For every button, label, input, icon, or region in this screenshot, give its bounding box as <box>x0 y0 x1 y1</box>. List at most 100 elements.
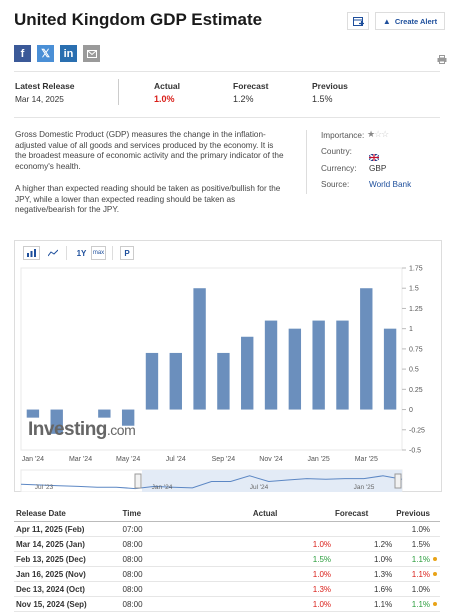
actual-cell-text: 1.0% <box>312 599 331 609</box>
release-date-cell: Mar 14, 2025 (Jan) <box>14 536 121 552</box>
time-cell-text: 08:00 <box>122 539 143 549</box>
column-header: Forecast <box>333 506 395 522</box>
source-link[interactable]: World Bank <box>369 180 411 189</box>
calendar-add-button[interactable] <box>347 12 369 30</box>
importance-label: Importance: <box>321 131 365 140</box>
print-icon[interactable] <box>437 51 447 69</box>
forecast-cell-text: 1.3% <box>373 569 393 579</box>
bar[interactable] <box>360 288 373 410</box>
actual-cell: 1.0% <box>250 566 333 582</box>
country-label: Country: <box>321 147 352 156</box>
previous-cell-text: 1.5% <box>411 539 430 549</box>
divider <box>118 79 119 105</box>
previous-cell-text: 1.1% <box>411 569 430 579</box>
column-header: Previous <box>394 506 440 522</box>
description-paragraph: A higher than expected reading should be… <box>15 184 281 215</box>
forecast-cell: 1.1% <box>333 596 395 612</box>
table-row: Apr 11, 2025 (Feb) 07:00 1.0% <box>14 521 440 537</box>
forecast-cell <box>333 521 395 537</box>
bar[interactable] <box>145 352 159 410</box>
y-tick-label: 0.75 <box>409 346 423 353</box>
previous-value: 1.5% <box>312 94 333 104</box>
x-tick-label: Mar '25 <box>355 456 378 463</box>
bar[interactable] <box>264 320 278 410</box>
email-share-button[interactable] <box>83 45 100 62</box>
release-date-cell: Jan 16, 2025 (Nov) <box>14 566 121 582</box>
bell-icon: ▲ <box>382 16 391 26</box>
history-table: Release Date Time Actual Forecast Previo… <box>14 506 440 612</box>
divider <box>112 246 113 260</box>
y-tick-label: 1 <box>409 326 413 333</box>
twitter-share-button[interactable]: 𝕏 <box>37 45 54 62</box>
importance-stars-icon: ★☆☆ <box>367 129 389 139</box>
bar[interactable] <box>312 320 325 410</box>
x-tick-label: May '24 <box>116 456 140 463</box>
previous-cell-text: 1.0% <box>411 524 430 534</box>
bar[interactable] <box>217 352 230 410</box>
release-date-cell: Dec 13, 2024 (Oct) <box>14 581 121 597</box>
create-alert-button[interactable]: ▲ Create Alert <box>375 12 445 30</box>
column-header: Time <box>120 506 251 522</box>
previous-cell-text: 1.1% <box>411 554 430 564</box>
facebook-share-button[interactable]: f <box>14 45 31 62</box>
bar[interactable] <box>193 288 206 410</box>
bar[interactable] <box>169 352 182 410</box>
area-chart-toggle[interactable] <box>44 246 61 260</box>
release-date-cell: Apr 11, 2025 (Feb) <box>14 521 121 537</box>
time-cell-text: 08:00 <box>122 584 143 594</box>
table-header-row: Release Date Time Actual Forecast Previo… <box>14 506 440 522</box>
navigator-label: Jul '23 <box>35 484 54 491</box>
previous-label: Previous <box>312 81 348 91</box>
range-1y-button[interactable]: 1Y <box>73 246 90 260</box>
linkedin-icon: in <box>63 47 74 60</box>
previous-cell: 1.1% <box>394 566 440 582</box>
gdp-bar-chart: 1.75 1.5 1.25 1 0.75 0.5 0.25 0 -0.25 -0.5 Jan '2… <box>20 266 425 492</box>
bar[interactable] <box>288 328 302 410</box>
forecast-cell: 1.6% <box>333 581 395 597</box>
y-tick-label: 1.5 <box>409 286 419 293</box>
actual-cell-text: 1.0% <box>312 539 331 549</box>
bar[interactable] <box>241 336 254 410</box>
latest-release-date: Mar 14, 2025 <box>15 94 64 104</box>
previous-cell: 1.0% <box>394 581 440 597</box>
investing-logo-text: Investing <box>28 419 107 440</box>
time-cell: 08:00 <box>120 596 251 612</box>
currency-label: Currency: <box>321 164 357 173</box>
bar[interactable] <box>336 320 349 410</box>
time-cell: 08:00 <box>120 566 251 582</box>
x-tick-label: Mar '24 <box>69 456 92 463</box>
previous-cell: 1.1% <box>394 551 440 567</box>
range-max-button[interactable]: max <box>91 246 106 260</box>
actual-value: 1.0% <box>154 94 175 104</box>
column-header: Actual <box>250 506 333 522</box>
x-tick-label: Jan '24 <box>22 456 44 463</box>
page-title: United Kingdom GDP Estimate <box>14 10 263 29</box>
p-button[interactable]: P <box>120 246 134 260</box>
table-row: Nov 15, 2024 (Sep) 08:00 1.0% 1.1% 1.1% <box>14 596 440 612</box>
previous-cell-text: 1.0% <box>411 584 430 594</box>
bar[interactable] <box>383 328 397 410</box>
forecast-cell: 1.2% <box>333 536 395 552</box>
release-date-cell-text: Mar 14, 2025 (Jan) <box>16 539 85 549</box>
revision-dot-icon <box>433 557 437 562</box>
navigator-handle-left <box>134 473 142 489</box>
linkedin-share-button[interactable]: in <box>60 45 77 62</box>
source-label: Source: <box>321 180 350 189</box>
x-tick-label: Jan '25 <box>307 456 329 463</box>
table-row: Feb 13, 2025 (Dec) 08:00 1.5% 1.0% 1.1% <box>14 551 440 567</box>
x-icon: 𝕏 <box>41 48 50 60</box>
release-date-cell-text: Dec 13, 2024 (Oct) <box>16 584 85 594</box>
bar-chart-toggle[interactable] <box>23 246 40 260</box>
actual-cell: 1.0% <box>250 536 333 552</box>
revision-dot-icon <box>433 572 437 577</box>
actual-cell: 1.5% <box>250 551 333 567</box>
table-row: Jan 16, 2025 (Nov) 08:00 1.0% 1.3% 1.1% <box>14 566 440 582</box>
forecast-value: 1.2% <box>233 94 254 104</box>
actual-cell: 1.0% <box>250 596 333 612</box>
mail-icon <box>86 49 97 58</box>
bar[interactable] <box>26 409 40 418</box>
bar[interactable] <box>98 409 111 418</box>
forecast-cell: 1.3% <box>333 566 395 582</box>
actual-cell-text: 1.5% <box>312 554 331 564</box>
column-header[interactable]: Release Date <box>14 506 121 522</box>
